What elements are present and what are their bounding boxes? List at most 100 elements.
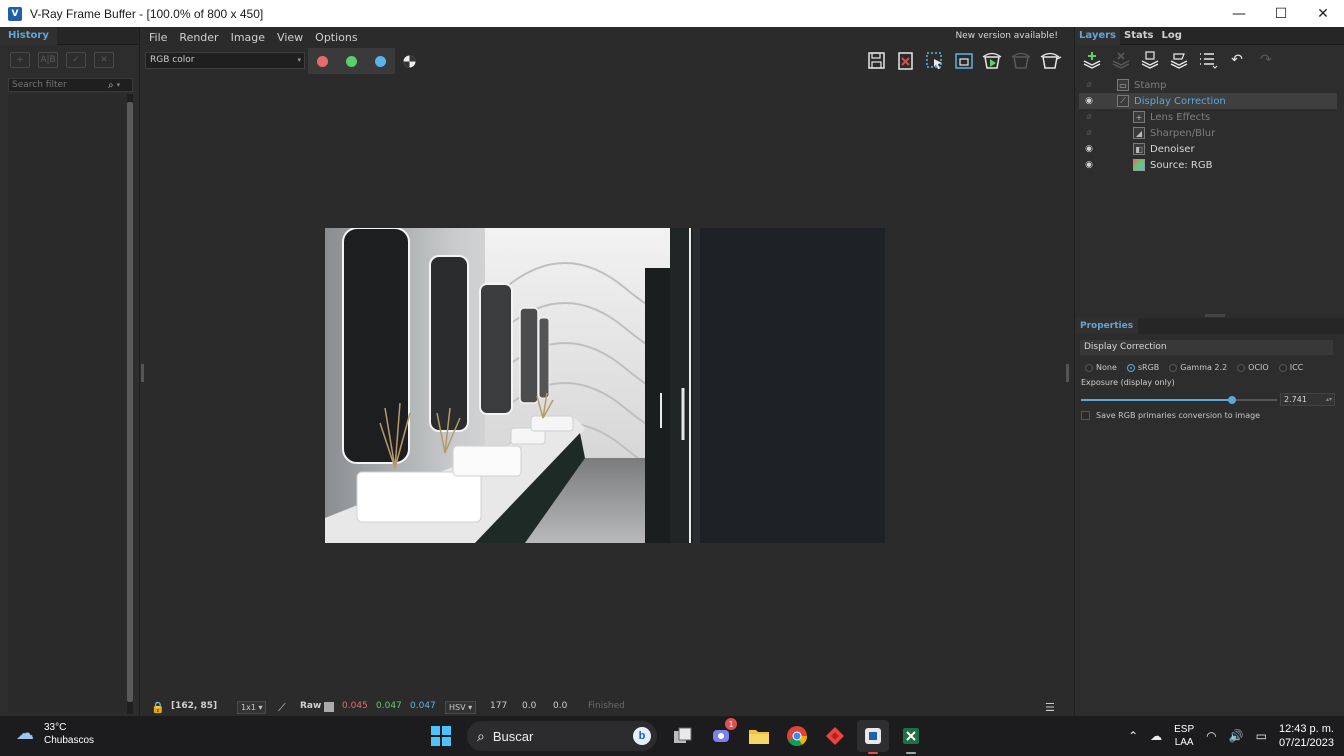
maximize-button[interactable]: ☐	[1260, 0, 1302, 27]
add-layer-icon[interactable]	[1081, 49, 1103, 71]
radio-ocio[interactable]: OCIO	[1237, 363, 1269, 372]
load-layers-icon[interactable]	[1168, 49, 1190, 71]
menu-view[interactable]: View	[273, 31, 307, 44]
weather-widget[interactable]: ☁ 33°C Chubascos	[16, 721, 94, 747]
history-search-input[interactable]	[9, 80, 104, 90]
radio-label: Gamma 2.2	[1180, 363, 1228, 372]
render-interactive-icon[interactable]	[981, 50, 1004, 72]
exposure-slider[interactable]	[1081, 396, 1277, 404]
layer-row-lens-effects[interactable]: ⌀ + Lens Effects	[1079, 109, 1337, 125]
render-teapot-icon[interactable]	[1039, 50, 1062, 72]
minimize-button[interactable]: —	[1218, 0, 1260, 27]
checkbox-box[interactable]	[1081, 411, 1090, 420]
eye-icon[interactable]: ◉	[1081, 144, 1097, 154]
green-channel-button[interactable]	[337, 48, 366, 74]
save-rgb-primaries-checkbox[interactable]: Save RGB primaries conversion to image	[1081, 411, 1260, 420]
radio-gamma-2-2[interactable]: Gamma 2.2	[1169, 363, 1227, 372]
menu-render[interactable]: Render	[175, 31, 222, 44]
history-delete-icon[interactable]: ✕	[94, 52, 114, 68]
hue-value: 177	[490, 701, 508, 711]
excel-button[interactable]	[895, 720, 927, 754]
anydesk-button[interactable]	[819, 720, 851, 752]
onedrive-icon[interactable]: ☁	[1150, 729, 1162, 743]
save-layers-icon[interactable]	[1139, 49, 1161, 71]
visibility-off-icon[interactable]: ⌀	[1081, 80, 1097, 90]
tab-history[interactable]: History	[0, 26, 57, 45]
curve-icon[interactable]: ⟋	[278, 701, 286, 715]
spin-arrows-icon[interactable]: ▴▾	[1326, 394, 1332, 405]
exposure-spinbox[interactable]: 2.741 ▴▾	[1280, 393, 1335, 406]
wifi-icon[interactable]: ◠	[1206, 729, 1216, 743]
task-view-button[interactable]	[667, 720, 699, 752]
exposure-label: Exposure (display only)	[1081, 378, 1175, 387]
region-render-icon[interactable]	[923, 50, 946, 72]
chevron-down-icon[interactable]: ▾	[117, 81, 121, 89]
eye-icon[interactable]: ◉	[1081, 96, 1097, 106]
render-viewport[interactable]	[145, 78, 1065, 696]
new-version-notice[interactable]: New version available!	[955, 31, 1058, 41]
chevron-up-icon[interactable]: ⌃	[1128, 729, 1138, 743]
exposure-slider-handle[interactable]	[1227, 396, 1236, 404]
radio-none[interactable]: None	[1085, 363, 1117, 372]
layer-row-sharpen-blur[interactable]: ⌀ ◢ Sharpen/Blur	[1079, 125, 1337, 141]
tab-stats[interactable]: Stats	[1120, 27, 1157, 45]
file-explorer-button[interactable]	[743, 720, 775, 752]
alpha-channel-button[interactable]	[395, 48, 424, 74]
right-splitter-handle[interactable]	[1066, 364, 1069, 382]
tab-layers[interactable]: Layers	[1075, 26, 1120, 45]
color-mode-dropdown[interactable]: HSV ▾	[445, 701, 477, 714]
redo-icon[interactable]: ↷	[1255, 49, 1277, 71]
clear-image-icon[interactable]	[894, 50, 917, 72]
radio-icc[interactable]: ICC	[1278, 363, 1303, 372]
layer-row-display-correction[interactable]: ◉ ⟋ Display Correction	[1079, 93, 1337, 109]
menu-options[interactable]: Options	[311, 31, 361, 44]
bing-icon[interactable]: b	[633, 727, 651, 745]
system-tray: ⌃ ☁ ESP LAA ◠ 🔊 ▭ 12:43 p. m. 07/21/2023	[1128, 716, 1334, 756]
search-icon[interactable]: ⌕	[108, 80, 114, 91]
menu-image[interactable]: Image	[227, 31, 269, 44]
eye-icon[interactable]: ◉	[1081, 160, 1097, 170]
undo-icon[interactable]: ↶	[1226, 49, 1248, 71]
menu-file[interactable]: File	[145, 31, 171, 44]
layer-row-denoiser[interactable]: ◉ ◧ Denoiser	[1079, 141, 1337, 157]
console-icon[interactable]: ☰	[1045, 701, 1055, 714]
main-toolbar: RGB color ▾	[145, 48, 1072, 76]
pixel-ratio-dropdown[interactable]: 1x1 ▾	[237, 701, 267, 714]
stop-render-icon[interactable]	[1010, 50, 1033, 72]
layer-row-source-rgb[interactable]: ◉ Source: RGB	[1079, 157, 1337, 173]
raw-label[interactable]: Raw	[300, 701, 321, 711]
close-button[interactable]: ✕	[1302, 0, 1344, 27]
history-scrollbar[interactable]	[127, 94, 133, 714]
weather-condition: Chubascos	[44, 735, 95, 746]
save-image-icon[interactable]	[865, 50, 888, 72]
chrome-button[interactable]	[781, 720, 813, 752]
battery-icon[interactable]: ▭	[1256, 729, 1267, 743]
red-channel-button[interactable]	[308, 48, 337, 74]
history-list	[8, 94, 126, 712]
blue-channel-button[interactable]	[366, 48, 395, 74]
display-mode-radios: None sRGB Gamma 2.2 OCIO ICC	[1085, 363, 1307, 372]
layer-row-stamp[interactable]: ⌀ ▭ Stamp	[1079, 77, 1337, 93]
left-splitter-handle[interactable]	[141, 364, 144, 382]
tab-log[interactable]: Log	[1157, 27, 1185, 45]
visibility-off-icon[interactable]: ⌀	[1081, 112, 1097, 122]
input-language[interactable]: ESP LAA	[1174, 723, 1194, 749]
history-save-icon[interactable]: +	[10, 52, 30, 68]
render-region-frame-icon[interactable]	[952, 50, 975, 72]
history-load-icon[interactable]: ✓	[66, 52, 86, 68]
layer-presets-icon[interactable]	[1197, 49, 1219, 71]
channel-dropdown[interactable]: RGB color ▾	[145, 52, 305, 69]
teams-chat-button[interactable]: 1	[705, 718, 737, 752]
delete-layer-icon[interactable]	[1110, 49, 1132, 71]
clock[interactable]: 12:43 p. m. 07/21/2023	[1279, 722, 1334, 750]
volume-icon[interactable]: 🔊	[1229, 729, 1244, 743]
taskbar-search[interactable]: ⌕ Buscar b	[467, 721, 657, 751]
start-button[interactable]	[425, 720, 457, 752]
properties-splitter[interactable]	[1205, 314, 1225, 317]
visibility-off-icon[interactable]: ⌀	[1081, 128, 1097, 138]
render-image[interactable]	[325, 228, 885, 543]
radio-srgb[interactable]: sRGB	[1126, 363, 1159, 372]
sketchup-button[interactable]	[857, 720, 889, 754]
history-ab-compare-icon[interactable]: A|B	[38, 52, 58, 68]
lock-icon[interactable]: 🔒	[151, 701, 165, 714]
